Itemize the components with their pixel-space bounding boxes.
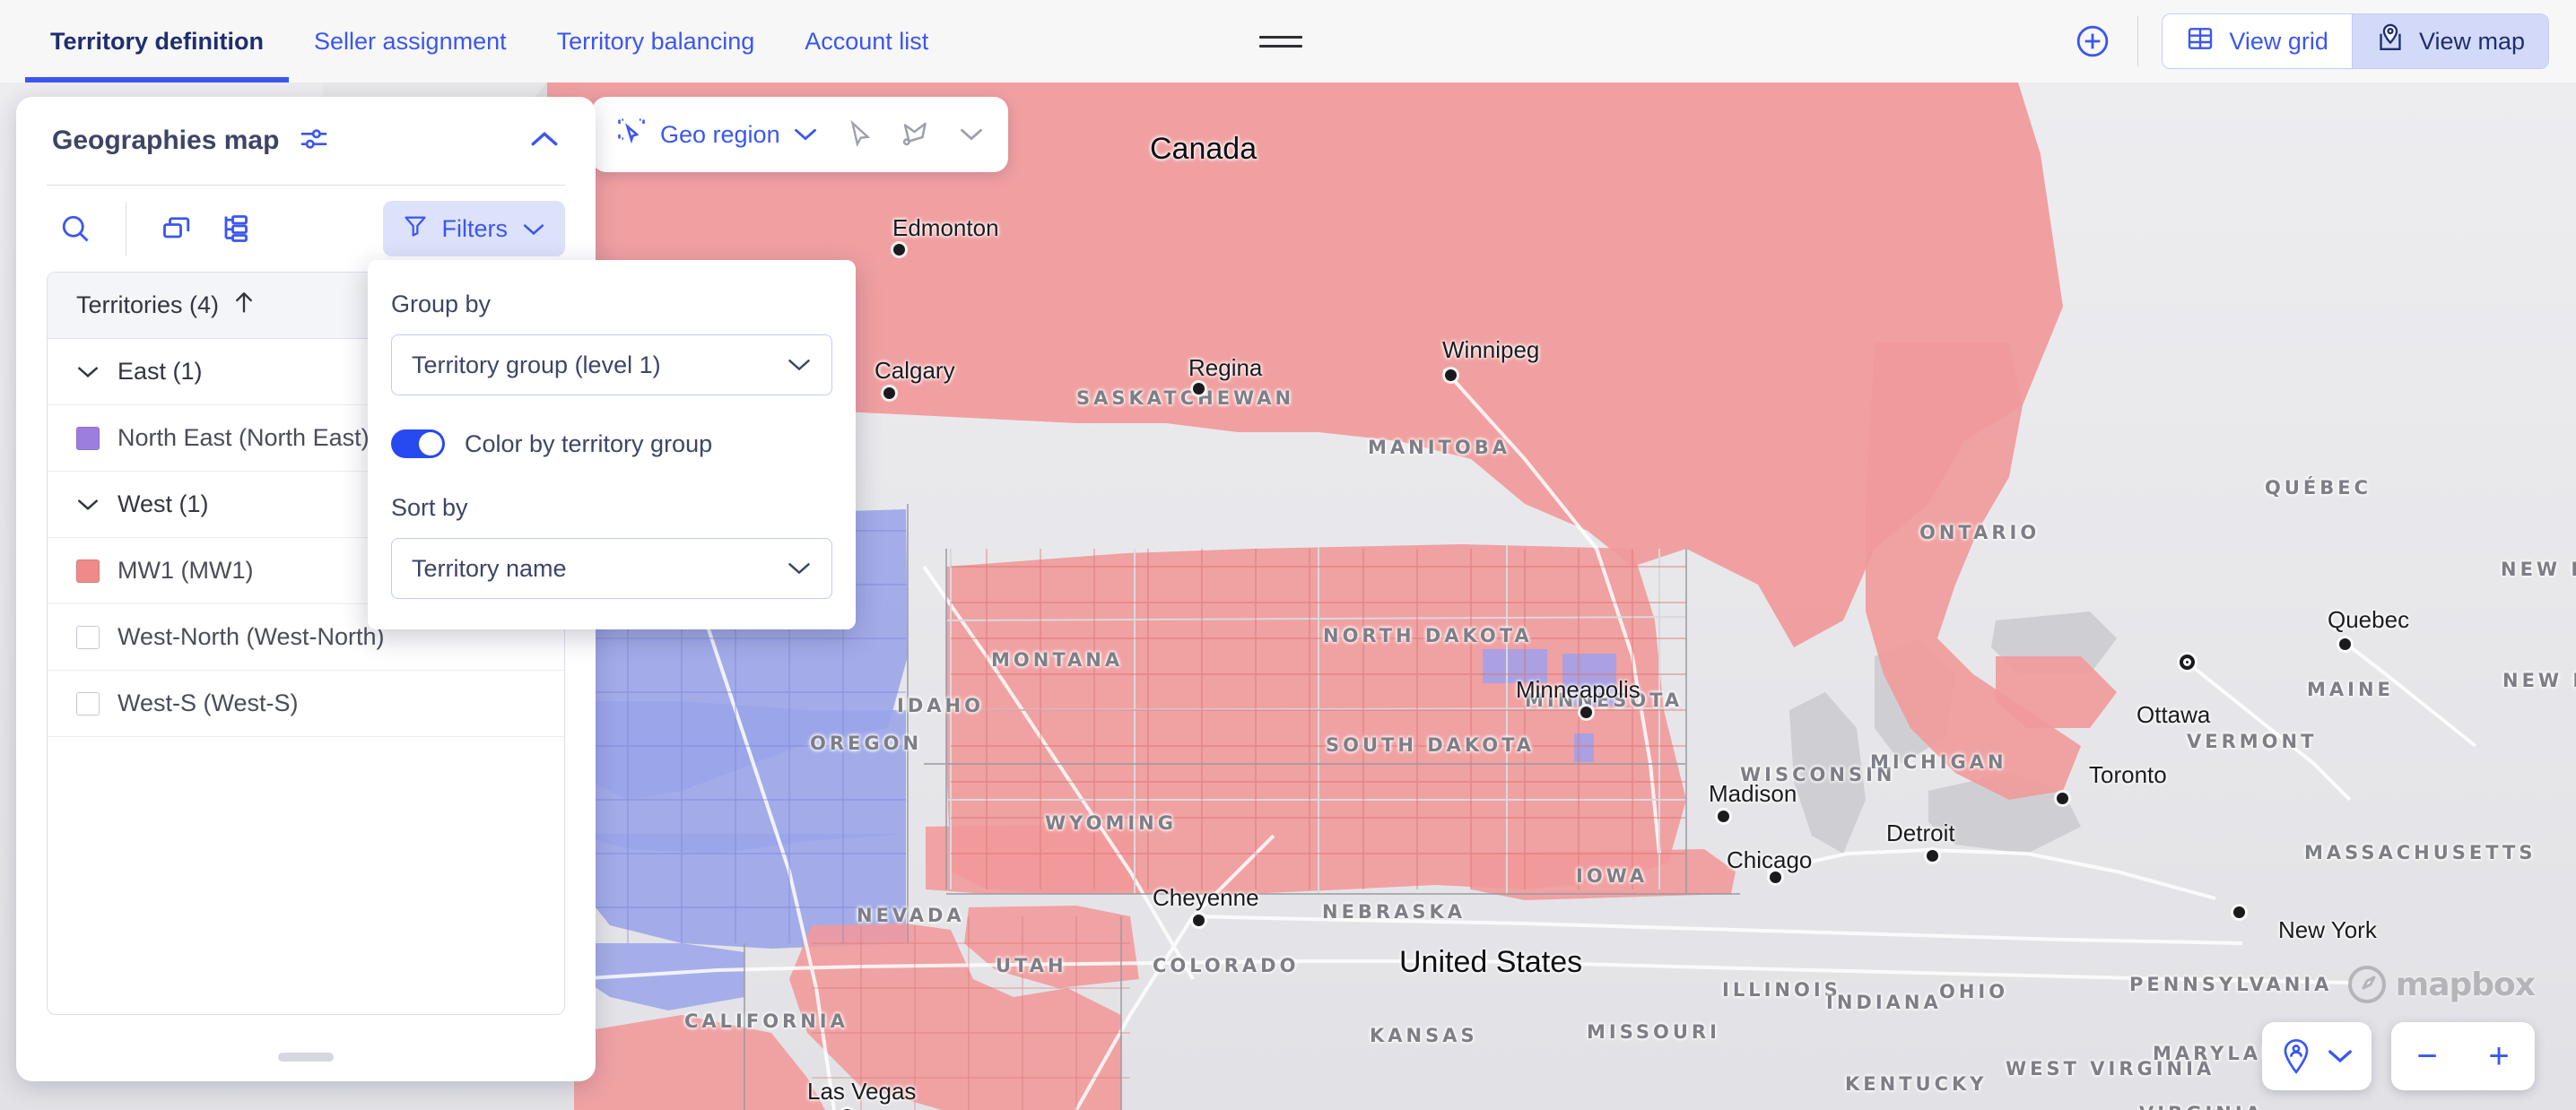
sort-by-label: Sort by xyxy=(391,494,468,521)
map-city-dot xyxy=(1927,850,1938,862)
view-toggle-label: View map xyxy=(2418,27,2525,55)
map-city-dot xyxy=(883,387,895,399)
main-tabs: Territory definition Seller assignment Ter… xyxy=(0,0,953,82)
color-by-territory-group-toggle[interactable]: Color by territory group xyxy=(391,429,832,458)
mapbox-label: mapbox xyxy=(2395,966,2536,1003)
map-city-dot xyxy=(2233,906,2245,918)
group-by-chevron-down-icon xyxy=(787,351,812,379)
geo-region-chevron-down-icon xyxy=(793,121,818,149)
sort-by-value: Territory name xyxy=(412,554,567,582)
color-by-territory-group-label: Color by territory group xyxy=(465,429,713,457)
view-grid-button[interactable]: View grid xyxy=(2163,14,2352,68)
sliders-icon[interactable] xyxy=(299,126,329,157)
tab-account-list[interactable]: Account list xyxy=(779,0,953,82)
group-by-label: Group by xyxy=(391,291,492,317)
search-icon[interactable] xyxy=(47,200,104,257)
group-by-select[interactable]: Territory group (level 1) xyxy=(391,334,832,395)
map-city-dot xyxy=(893,244,905,256)
territories-count-label: Territories (4) xyxy=(76,291,220,318)
map-city-dot xyxy=(1445,369,1457,381)
territory-color-swatch[interactable] xyxy=(76,426,100,450)
panel-collapse-chevron-up-icon[interactable] xyxy=(529,129,560,153)
tab-label: Territory definition xyxy=(50,27,265,55)
locate-control[interactable] xyxy=(2262,1022,2371,1090)
zoom-control[interactable]: − + xyxy=(2391,1022,2535,1090)
tab-territory-definition[interactable]: Territory definition xyxy=(25,0,290,82)
map-controls[interactable]: − + xyxy=(2262,1022,2535,1090)
hierarchy-list-icon[interactable] xyxy=(205,200,263,257)
tab-label: Account list xyxy=(805,27,929,55)
lasso-chevron-down-icon[interactable] xyxy=(944,97,999,172)
territory-group-label: East (1) xyxy=(117,358,203,385)
chevron-down-icon[interactable] xyxy=(76,365,100,379)
view-mode-toggle: View grid View map xyxy=(2162,13,2549,69)
marquee-select-icon xyxy=(615,116,648,154)
territory-color-swatch[interactable] xyxy=(76,625,100,649)
view-toggle-label: View grid xyxy=(2229,27,2328,55)
filter-icon xyxy=(403,213,428,245)
locate-chevron-down-icon[interactable] xyxy=(2318,1022,2371,1090)
panel-title: Geographies map xyxy=(52,126,280,155)
map-city-dot xyxy=(2057,793,2068,804)
tab-label: Seller assignment xyxy=(314,27,507,55)
filters-button[interactable]: Filters xyxy=(382,201,565,256)
toolbar-divider xyxy=(2137,16,2139,66)
zoom-out-button[interactable]: − xyxy=(2391,1022,2463,1090)
map-city-dot xyxy=(1770,872,1781,883)
arrow-up-icon[interactable] xyxy=(233,291,255,320)
map-city-dot xyxy=(2339,638,2351,650)
chevron-down-icon[interactable] xyxy=(76,498,100,512)
map-city-dot xyxy=(1193,915,1205,926)
sort-by-select[interactable]: Territory name xyxy=(391,538,832,599)
panel-header: Geographies map xyxy=(16,97,596,185)
geo-region-mode-button[interactable]: Geo region xyxy=(601,97,832,172)
sort-by-chevron-down-icon xyxy=(787,555,812,583)
resize-grip-icon[interactable] xyxy=(278,1053,334,1062)
view-map-button[interactable]: View map xyxy=(2351,14,2548,68)
tab-seller-assignment[interactable]: Seller assignment xyxy=(289,0,532,82)
map-city-dot xyxy=(1580,707,1592,718)
map-city-dot xyxy=(2180,655,2195,670)
panel-toolbar: Filters xyxy=(16,186,596,272)
drag-handle-icon[interactable] xyxy=(1259,36,1302,54)
map-city-dot xyxy=(1193,383,1205,395)
cursor-arrow-icon[interactable] xyxy=(832,97,888,172)
mapbox-attribution[interactable]: mapbox xyxy=(2347,965,2536,1004)
plus-circle-icon[interactable] xyxy=(2067,16,2118,66)
tab-territory-balancing[interactable]: Territory balancing xyxy=(532,0,780,82)
grid-icon xyxy=(2186,24,2215,59)
toggle-switch[interactable] xyxy=(391,429,445,458)
territory-label: West-North (West-North) xyxy=(117,623,385,650)
geo-region-label: Geo region xyxy=(660,120,780,148)
filters-chevron-down-icon xyxy=(522,215,545,243)
territory-row[interactable]: West-S (West-S) xyxy=(48,671,564,737)
territory-color-swatch[interactable] xyxy=(76,559,100,583)
panel-footer xyxy=(16,1015,596,1081)
map-city-dot xyxy=(1718,811,1729,822)
territory-label: MW1 (MW1) xyxy=(117,557,254,584)
mapbox-logo-icon xyxy=(2347,966,2386,1003)
group-by-value: Territory group (level 1) xyxy=(412,351,661,378)
zoom-in-button[interactable]: + xyxy=(2463,1022,2535,1090)
filters-popover: Group by Territory group (level 1) Color… xyxy=(368,260,856,629)
lasso-select-icon[interactable] xyxy=(888,97,944,172)
territory-label: North East (North East) xyxy=(117,424,370,451)
territory-color-swatch[interactable] xyxy=(76,691,100,715)
territory-label: West-S (West-S) xyxy=(117,689,299,716)
territory-group-label: West (1) xyxy=(117,490,209,517)
geo-region-toolbar[interactable]: Geo region xyxy=(592,97,1008,172)
tab-label: Territory balancing xyxy=(556,27,755,55)
top-bar: Territory definition Seller assignment Ter… xyxy=(0,0,2576,82)
top-bar-actions: View grid View map xyxy=(2067,0,2576,82)
filters-button-label: Filters xyxy=(441,214,509,242)
duplicate-layers-icon[interactable] xyxy=(148,200,205,257)
map-pin-icon xyxy=(2376,23,2405,60)
map-pin-person-icon[interactable] xyxy=(2262,1022,2318,1090)
